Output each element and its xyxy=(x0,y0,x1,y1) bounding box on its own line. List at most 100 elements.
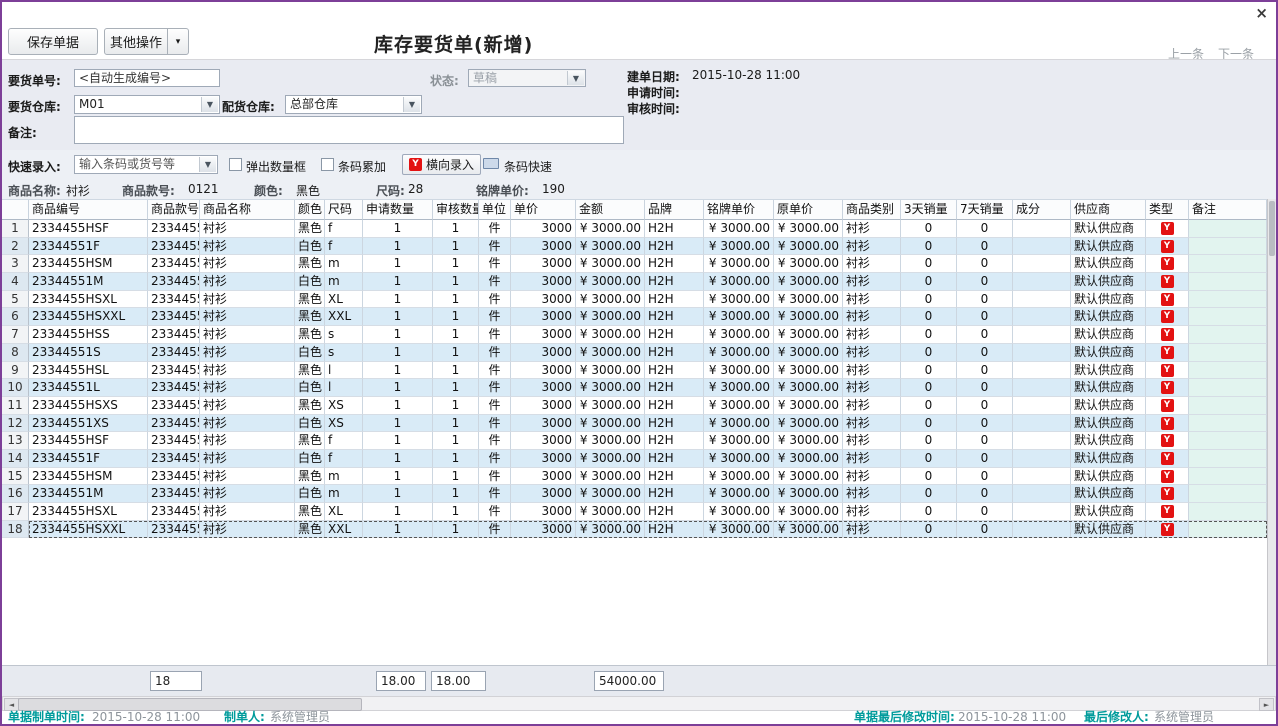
table-row[interactable]: 92334455HSL2334455衬衫黑色l11件3000¥ 3000.00H… xyxy=(2,362,1267,380)
col-header-style-no[interactable]: 商品款号 xyxy=(148,200,200,220)
vertical-scrollbar[interactable] xyxy=(1267,199,1276,665)
col-header-row-number[interactable] xyxy=(2,200,29,220)
save-document-button[interactable]: 保存单据 xyxy=(8,28,98,55)
col-header-tag-price[interactable]: 铭牌单价 xyxy=(704,200,774,220)
table-row[interactable]: 1223344551XS2334455衬衫白色XS11件3000¥ 3000.0… xyxy=(2,415,1267,433)
cell-category: 衬衫 xyxy=(843,308,901,326)
table-row[interactable]: 1423344551F2334455衬衫白色f11件3000¥ 3000.00H… xyxy=(2,450,1267,468)
cell-color: 黑色 xyxy=(295,220,325,238)
col-header-brand[interactable]: 品牌 xyxy=(645,200,704,220)
cell-brand: H2H xyxy=(645,326,704,344)
cell-color: 白色 xyxy=(295,344,325,362)
cell-audit-qty: 1 xyxy=(433,308,479,326)
cell-original-price: ¥ 3000.00 xyxy=(774,326,843,344)
vertical-scrollbar-thumb[interactable] xyxy=(1269,201,1275,256)
col-header-product-name[interactable]: 商品名称 xyxy=(200,200,295,220)
col-header-unit[interactable]: 单位 xyxy=(479,200,511,220)
cell-category: 衬衫 xyxy=(843,255,901,273)
cell-original-price: ¥ 3000.00 xyxy=(774,485,843,503)
col-header-audit-qty[interactable]: 审核数量 xyxy=(433,200,479,220)
cell-original-price: ¥ 3000.00 xyxy=(774,344,843,362)
cell-sales-3day: 0 xyxy=(901,308,957,326)
table-row[interactable]: 1023344551L2334455衬衫白色l11件3000¥ 3000.00H… xyxy=(2,379,1267,397)
cell-tag-price: ¥ 3000.00 xyxy=(704,450,774,468)
cell-product-code: 2334455HSF xyxy=(29,432,148,450)
table-row[interactable]: 172334455HSXL2334455衬衫黑色XL11件3000¥ 3000.… xyxy=(2,503,1267,521)
cell-remark xyxy=(1189,397,1267,415)
cell-unit: 件 xyxy=(479,485,511,503)
table-row[interactable]: 12334455HSF2334455衬衫黑色f11件3000¥ 3000.00H… xyxy=(2,220,1267,238)
remark-field[interactable] xyxy=(74,116,624,144)
table-row[interactable]: 112334455HSXS2334455衬衫黑色XS11件3000¥ 3000.… xyxy=(2,397,1267,415)
table-row[interactable]: 132334455HSF2334455衬衫黑色f11件3000¥ 3000.00… xyxy=(2,432,1267,450)
col-header-apply-qty[interactable]: 申请数量 xyxy=(363,200,433,220)
cell-unit: 件 xyxy=(479,362,511,380)
scroll-right-arrow-icon[interactable]: ► xyxy=(1259,698,1274,711)
cell-type xyxy=(1146,308,1189,326)
cell-type xyxy=(1146,362,1189,380)
barcode-accumulate-checkbox[interactable] xyxy=(321,158,334,171)
table-row[interactable]: 52334455HSXL2334455衬衫黑色XL11件3000¥ 3000.0… xyxy=(2,291,1267,309)
cell-amount: ¥ 3000.00 xyxy=(576,521,645,539)
table-row[interactable]: 32334455HSM2334455衬衫黑色m11件3000¥ 3000.00H… xyxy=(2,255,1267,273)
other-operations-dropdown-arrow-icon[interactable]: ▾ xyxy=(167,28,189,55)
cell-unit-price: 3000 xyxy=(511,291,576,309)
cell-sales-3day: 0 xyxy=(901,503,957,521)
cell-sales-7day: 0 xyxy=(957,379,1013,397)
cell-original-price: ¥ 3000.00 xyxy=(774,291,843,309)
col-header-composition[interactable]: 成分 xyxy=(1013,200,1071,220)
cell-category: 衬衫 xyxy=(843,503,901,521)
col-header-sales-7day[interactable]: 7天销量 xyxy=(957,200,1013,220)
table-row[interactable]: 823344551S2334455衬衫白色s11件3000¥ 3000.00H2… xyxy=(2,344,1267,362)
table-row[interactable]: 182334455HSXXL2334455衬衫黑色XXL11件3000¥ 300… xyxy=(2,521,1267,539)
col-header-size[interactable]: 尺码 xyxy=(325,200,363,220)
horizontal-entry-button[interactable]: 横向录入 xyxy=(402,154,481,175)
col-header-sales-3day[interactable]: 3天销量 xyxy=(901,200,957,220)
cell-sales-3day: 0 xyxy=(901,521,957,539)
col-header-color[interactable]: 颜色 xyxy=(295,200,325,220)
other-operations-button[interactable]: 其他操作 xyxy=(104,28,168,55)
cell-size: XXL xyxy=(325,521,363,539)
horizontal-scrollbar[interactable]: ◄ ► xyxy=(2,696,1276,711)
col-header-product-code[interactable]: 商品编号 xyxy=(29,200,148,220)
cell-tag-price: ¥ 3000.00 xyxy=(704,432,774,450)
cell-brand: H2H xyxy=(645,344,704,362)
chevron-down-icon[interactable]: ▼ xyxy=(201,97,218,112)
request-warehouse-select[interactable]: M01 ▼ xyxy=(74,95,220,114)
table-row[interactable]: 62334455HSXXL2334455衬衫黑色XXL11件3000¥ 3000… xyxy=(2,308,1267,326)
table-row[interactable]: 1623344551M2334455衬衫白色m11件3000¥ 3000.00H… xyxy=(2,485,1267,503)
table-row[interactable]: 223344551F2334455衬衫白色f11件3000¥ 3000.00H2… xyxy=(2,238,1267,256)
col-header-original-price[interactable]: 原单价 xyxy=(774,200,843,220)
col-header-amount[interactable]: 金额 xyxy=(576,200,645,220)
col-header-category[interactable]: 商品类别 xyxy=(843,200,901,220)
order-lines-grid: 商品编号商品款号商品名称颜色尺码申请数量审核数量单位单价金额品牌铭牌单价原单价商… xyxy=(2,199,1267,538)
col-header-supplier[interactable]: 供应商 xyxy=(1071,200,1146,220)
filter-icon xyxy=(1161,293,1174,306)
table-row[interactable]: 72334455HSS2334455衬衫黑色s11件3000¥ 3000.00H… xyxy=(2,326,1267,344)
cell-audit-qty: 1 xyxy=(433,220,479,238)
cell-original-price: ¥ 3000.00 xyxy=(774,521,843,539)
quick-entry-input[interactable]: 输入条码或货号等 ▼ xyxy=(74,155,218,174)
col-header-remark[interactable]: 备注 xyxy=(1189,200,1267,220)
cell-product-name: 衬衫 xyxy=(200,415,295,433)
cell-audit-qty: 1 xyxy=(433,273,479,291)
table-row[interactable]: 423344551M2334455衬衫白色m11件3000¥ 3000.00H2… xyxy=(2,273,1267,291)
popup-qty-checkbox[interactable] xyxy=(229,158,242,171)
chevron-down-icon[interactable]: ▼ xyxy=(199,157,216,172)
chevron-down-icon[interactable]: ▼ xyxy=(403,97,420,112)
cell-sales-7day: 0 xyxy=(957,362,1013,380)
col-header-unit-price[interactable]: 单价 xyxy=(511,200,576,220)
cell-type xyxy=(1146,344,1189,362)
cell-unit-price: 3000 xyxy=(511,432,576,450)
cell-product-name: 衬衫 xyxy=(200,521,295,539)
table-row[interactable]: 152334455HSM2334455衬衫黑色m11件3000¥ 3000.00… xyxy=(2,468,1267,486)
cell-apply-qty: 1 xyxy=(363,432,433,450)
total-apply-qty: 18.00 xyxy=(376,671,426,691)
cell-type xyxy=(1146,379,1189,397)
close-icon[interactable]: × xyxy=(1255,4,1268,22)
order-no-field[interactable]: <自动生成编号> xyxy=(74,69,220,87)
col-header-type[interactable]: 类型 xyxy=(1146,200,1189,220)
dispatch-warehouse-select[interactable]: 总部仓库 ▼ xyxy=(285,95,422,114)
cell-audit-qty: 1 xyxy=(433,291,479,309)
card-icon[interactable] xyxy=(483,158,499,169)
